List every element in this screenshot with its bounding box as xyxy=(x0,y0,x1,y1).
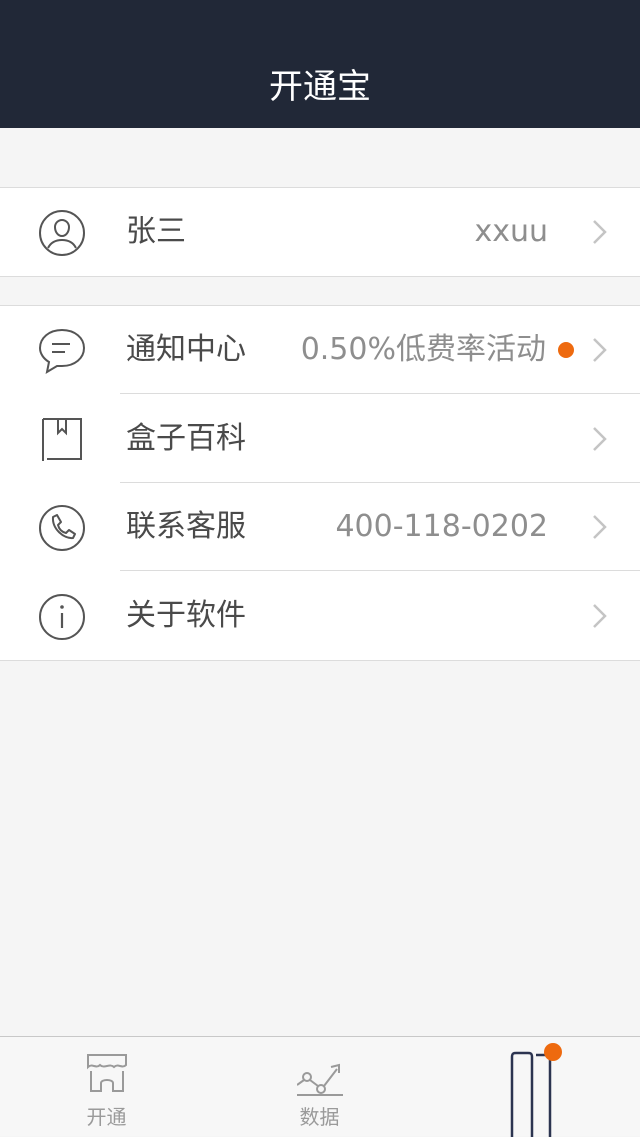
notification-badge xyxy=(558,342,574,358)
menu-group: 通知中心 0.50%低费率活动 盒子百科 联系客服 400-118-0202 关… xyxy=(0,305,640,661)
tab-badge xyxy=(544,1043,562,1061)
chevron-right-icon xyxy=(593,427,607,451)
tab-profile[interactable] xyxy=(426,1037,639,1137)
profile-tab-icon xyxy=(510,1051,552,1137)
divider xyxy=(120,570,640,571)
page-title: 开通宝 xyxy=(269,67,371,107)
menu-item-label: 关于软件 xyxy=(126,598,246,633)
chevron-right-icon xyxy=(593,220,607,244)
menu-item-value: 400-118-0202 xyxy=(335,509,548,544)
menu-item-label: 盒子百科 xyxy=(126,421,246,456)
tab-open[interactable]: 开通 xyxy=(0,1037,213,1137)
phone-icon xyxy=(39,505,85,551)
profile-row[interactable]: 张三 xxuu xyxy=(0,188,640,276)
menu-item-label: 联系客服 xyxy=(126,509,246,544)
tab-label: 数据 xyxy=(299,1105,340,1129)
chevron-right-icon xyxy=(593,515,607,539)
menu-item-about[interactable]: 关于软件 xyxy=(0,572,640,660)
menu-item-label: 通知中心 xyxy=(126,332,246,367)
menu-item-encyclopedia[interactable]: 盒子百科 xyxy=(0,395,640,483)
chart-icon xyxy=(297,1063,343,1096)
tab-data[interactable]: 数据 xyxy=(213,1037,426,1137)
menu-item-customer-service[interactable]: 联系客服 400-118-0202 xyxy=(0,483,640,571)
store-icon xyxy=(87,1054,127,1092)
menu-item-notifications[interactable]: 通知中心 0.50%低费率活动 xyxy=(0,306,640,394)
profile-group: 张三 xxuu xyxy=(0,187,640,277)
navigation-bar: 开通宝 xyxy=(0,0,640,128)
bookmark-icon xyxy=(42,418,82,461)
divider xyxy=(120,393,640,394)
info-icon xyxy=(39,594,85,640)
chevron-right-icon xyxy=(593,604,607,628)
menu-item-value: 0.50%低费率活动 xyxy=(300,332,546,367)
message-icon xyxy=(38,328,86,375)
profile-account: xxuu xyxy=(474,214,548,249)
profile-name: 张三 xyxy=(126,214,186,249)
tab-label: 开通 xyxy=(86,1105,127,1129)
user-icon xyxy=(39,210,85,256)
chevron-right-icon xyxy=(593,338,607,362)
